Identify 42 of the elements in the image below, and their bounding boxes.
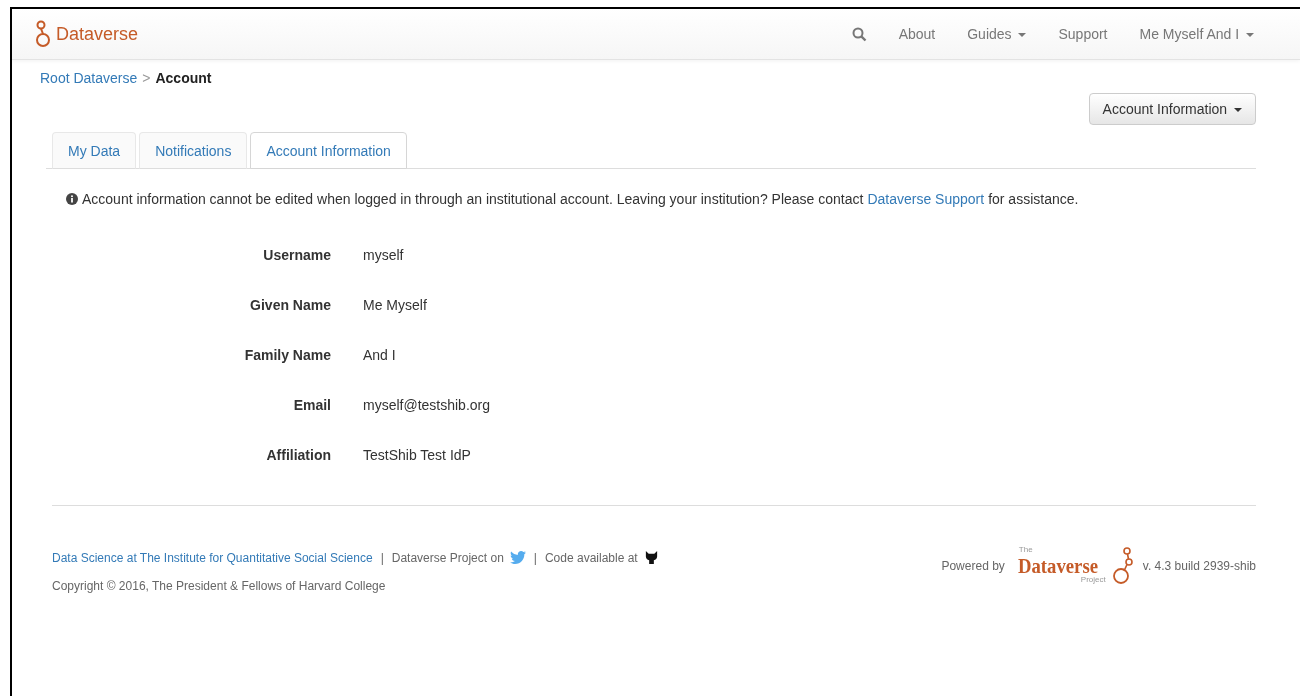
dataverse-logo-icon xyxy=(36,20,50,48)
field-label: Given Name xyxy=(249,297,331,313)
field-value: And I xyxy=(363,347,397,363)
field-value: Me Myself xyxy=(363,297,428,313)
code-text: Code available at xyxy=(544,550,638,565)
nav-link[interactable]: About xyxy=(898,26,936,42)
breadcrumb-current: Account xyxy=(155,70,212,86)
field-label: Email xyxy=(292,397,331,413)
nav-dropdown[interactable]: Guides xyxy=(967,26,1027,42)
tab[interactable]: Account Information xyxy=(250,132,407,169)
brand-link[interactable]: Dataverse xyxy=(36,20,139,48)
cat-icon[interactable] xyxy=(643,550,659,565)
caret-icon xyxy=(1234,108,1242,113)
field-label: Username xyxy=(262,247,331,263)
bird-icon[interactable] xyxy=(509,551,526,564)
notice-text: for assistance. xyxy=(988,191,1079,207)
info-icon xyxy=(66,193,78,205)
powered-by-text: Powered by xyxy=(941,558,1005,573)
nav-dropdown[interactable]: Me Myself And I xyxy=(1139,26,1254,42)
notice-text: Account information cannot be edited when logged in through an institutional account. Leaving your institution? Please contact xyxy=(82,191,864,207)
copyright-text: Copyright © 2016, The President & Fellows of Harvard College xyxy=(52,579,387,593)
account-dropdown-button[interactable]: Account Information xyxy=(1088,93,1256,125)
institute-link[interactable]: Data Science at The Institute for Quantitative Social Science xyxy=(52,550,373,565)
caret-icon xyxy=(1246,33,1254,38)
caret-icon xyxy=(1018,33,1027,38)
version-text: v. 4.3 build 2939-shib xyxy=(1142,558,1256,573)
field-value: myself xyxy=(363,247,405,263)
field-value: TestShib Test IdP xyxy=(363,447,472,463)
dataverse-project-logo[interactable]: The Dataverse Project xyxy=(1014,544,1133,587)
tab[interactable]: My Data xyxy=(52,132,137,169)
field-value: myself@testshib.org xyxy=(363,397,491,413)
footer-separator: | xyxy=(533,550,537,565)
field-label: Affiliation xyxy=(265,447,331,463)
project-text: Dataverse Project on xyxy=(391,550,504,565)
breadcrumb-separator: > xyxy=(142,70,151,86)
nav-link[interactable]: Support xyxy=(1058,26,1108,42)
breadcrumb-link[interactable]: Root Dataverse xyxy=(40,70,138,86)
field-label: Family Name xyxy=(243,347,331,363)
tab[interactable]: Notifications xyxy=(139,132,248,169)
support-link[interactable]: Dataverse Support xyxy=(867,191,985,207)
search-icon[interactable] xyxy=(851,26,867,42)
footer-separator: | xyxy=(380,550,384,565)
